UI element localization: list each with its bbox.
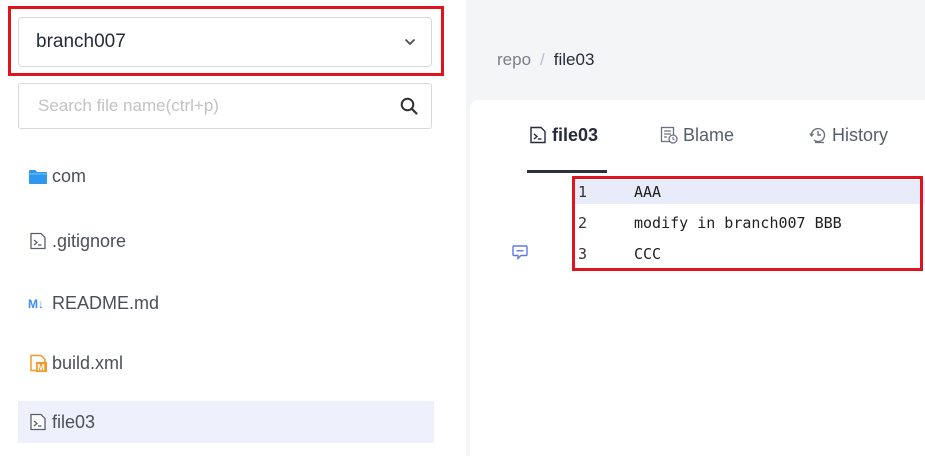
file-search-input[interactable] xyxy=(36,95,399,117)
svg-text:M: M xyxy=(37,363,45,373)
markdown-icon: M↓ xyxy=(28,293,48,313)
tree-item-label: build.xml xyxy=(52,352,124,373)
breadcrumb-current: file03 xyxy=(553,50,595,69)
terminal-file-icon xyxy=(528,125,548,145)
tree-item-label: .gitignore xyxy=(52,230,127,251)
blame-icon xyxy=(659,125,679,145)
file-sidebar: branch007 com .gitignore M↓ README.md M xyxy=(0,0,446,456)
terminal-file-icon xyxy=(28,412,48,432)
breadcrumb: repo / file03 xyxy=(497,50,594,70)
branch-highlight-box xyxy=(8,6,444,76)
comment-icon[interactable] xyxy=(512,244,528,260)
tab-blame[interactable]: Blame xyxy=(659,120,734,150)
tree-item-readme[interactable]: M↓ README.md xyxy=(18,282,434,324)
file-content-card: file03 Blame History 1 AAA 2 modify in b… xyxy=(470,100,925,456)
tree-item-file03[interactable]: file03 xyxy=(18,401,434,443)
file-viewer: repo / file03 file03 Blame History 1 AAA… xyxy=(466,0,925,456)
file-tabs: file03 Blame History xyxy=(470,100,925,174)
code-highlight-box xyxy=(572,176,923,271)
folder-icon xyxy=(28,166,48,186)
breadcrumb-separator: / xyxy=(540,50,545,69)
tab-label: Blame xyxy=(683,124,735,145)
tree-item-label: README.md xyxy=(52,292,160,313)
tab-file03[interactable]: file03 xyxy=(528,120,598,150)
active-tab-indicator xyxy=(527,170,607,173)
tab-label: file03 xyxy=(552,124,599,145)
tab-label: History xyxy=(832,124,889,145)
file-search xyxy=(18,83,432,129)
tree-item-label: com xyxy=(52,165,87,186)
history-icon xyxy=(808,125,828,145)
code-view: 1 AAA 2 modify in branch007 BBB 3 CCC xyxy=(470,176,925,456)
svg-text:M↓: M↓ xyxy=(28,297,44,310)
tree-item-gitignore[interactable]: .gitignore xyxy=(18,220,434,262)
terminal-file-icon xyxy=(28,231,48,251)
tree-item-build-xml[interactable]: M build.xml xyxy=(18,342,434,384)
search-icon[interactable] xyxy=(399,96,419,116)
tree-item-com[interactable]: com xyxy=(18,155,434,197)
tab-history[interactable]: History xyxy=(808,120,888,150)
tree-item-label: file03 xyxy=(52,411,96,432)
breadcrumb-root-link[interactable]: repo xyxy=(497,50,531,70)
maven-file-icon: M xyxy=(28,353,48,373)
